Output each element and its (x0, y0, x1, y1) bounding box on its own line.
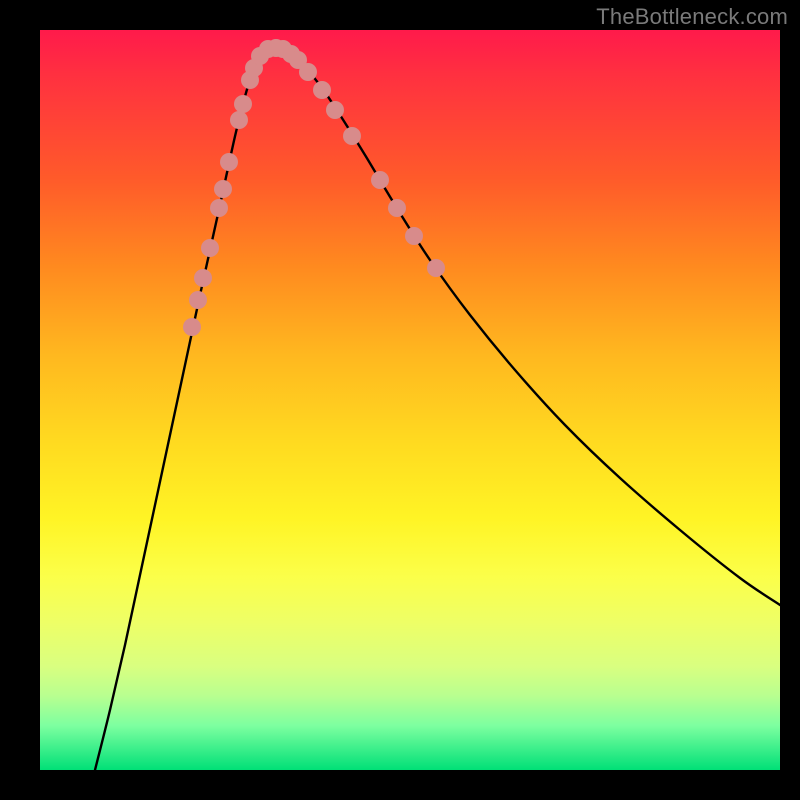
marker-group (183, 39, 445, 336)
marker-dot (299, 63, 317, 81)
marker-dot (405, 227, 423, 245)
marker-dot (201, 239, 219, 257)
marker-dot (194, 269, 212, 287)
marker-dot (427, 259, 445, 277)
bottleneck-curve (95, 47, 780, 770)
watermark-text: TheBottleneck.com (596, 4, 788, 30)
marker-dot (313, 81, 331, 99)
marker-dot (183, 318, 201, 336)
chart-svg (40, 30, 780, 770)
marker-dot (210, 199, 228, 217)
marker-dot (214, 180, 232, 198)
marker-dot (189, 291, 207, 309)
marker-dot (234, 95, 252, 113)
marker-dot (230, 111, 248, 129)
marker-dot (220, 153, 238, 171)
marker-dot (388, 199, 406, 217)
chart-frame: TheBottleneck.com (0, 0, 800, 800)
plot-area (40, 30, 780, 770)
marker-dot (326, 101, 344, 119)
marker-dot (371, 171, 389, 189)
marker-dot (343, 127, 361, 145)
